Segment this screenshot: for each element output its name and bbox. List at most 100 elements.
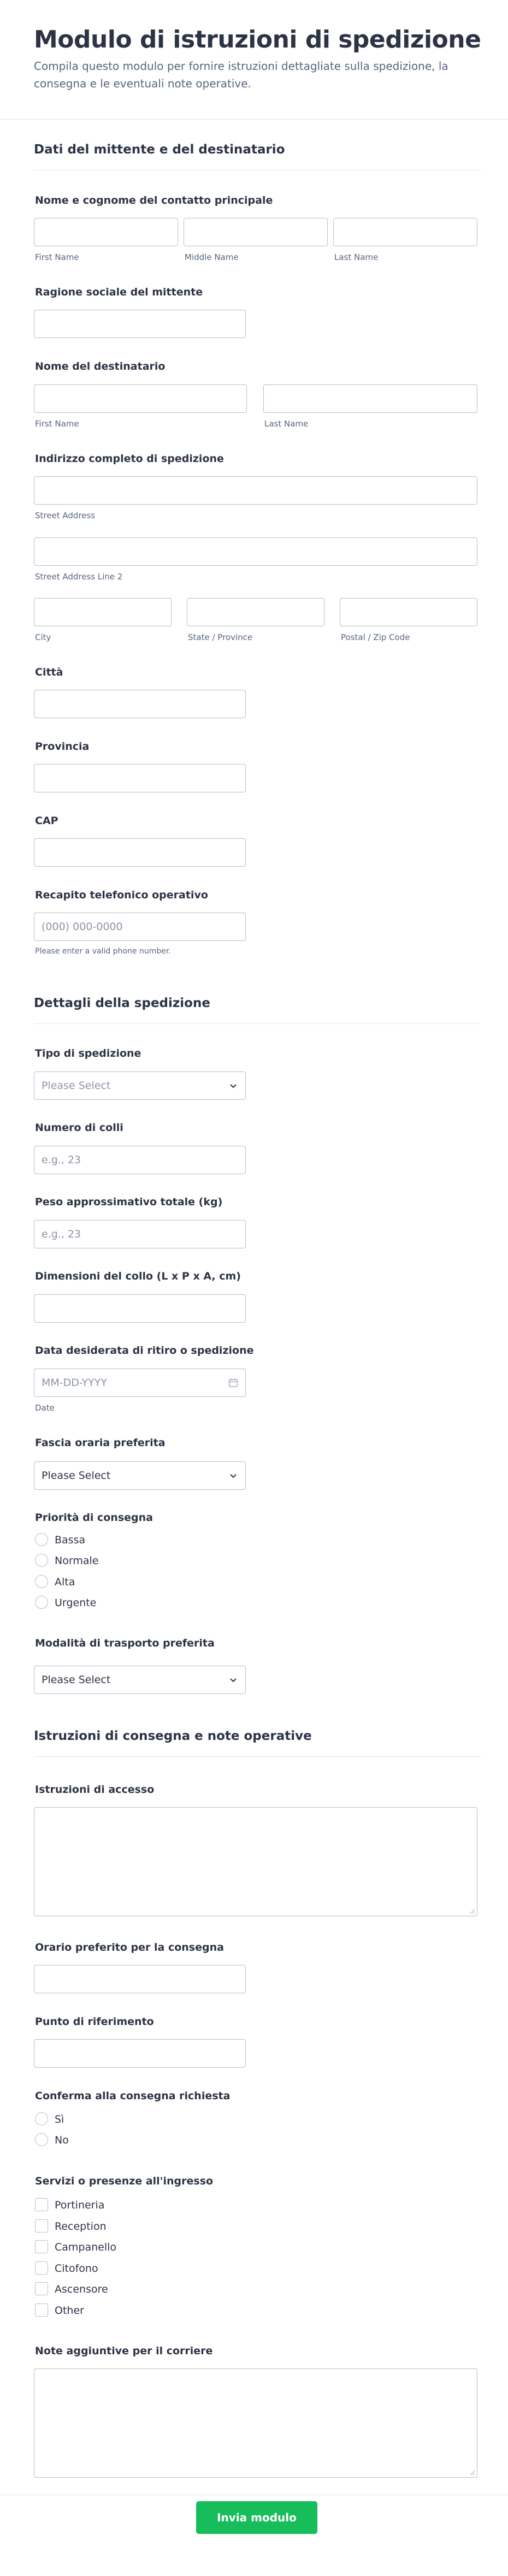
priority-option-label: Alta: [55, 1576, 75, 1588]
recipient-first-name-input[interactable]: [34, 384, 247, 413]
dimensions-label: Dimensioni del collo (L x P x A, cm): [35, 1270, 241, 1282]
phone-input[interactable]: (000) 000-0000: [34, 913, 246, 941]
priority-label: Priorità di consegna: [35, 1512, 153, 1524]
form-title: Modulo di istruzioni di spedizione: [34, 26, 481, 54]
packages-placeholder: e.g., 23: [42, 1154, 81, 1166]
packages-label: Numero di colli: [35, 1122, 123, 1134]
weight-input[interactable]: e.g., 23: [34, 1220, 246, 1248]
priority-radio-normale[interactable]: [35, 1554, 48, 1567]
transport-label: Modalità di trasporto preferita: [35, 1637, 215, 1649]
resize-grip-icon[interactable]: [469, 1908, 475, 1914]
submit-button[interactable]: Invia modulo: [196, 2501, 317, 2534]
sender-company-input[interactable]: [34, 310, 246, 338]
confirmation-option-label: No: [55, 2134, 69, 2146]
priority-radio-urgente[interactable]: [35, 1596, 48, 1609]
services-checkbox-other[interactable]: [35, 2303, 48, 2317]
services-option-label: Portineria: [55, 2199, 105, 2211]
services-option-label: Reception: [55, 2220, 107, 2232]
sender-company-label: Ragione sociale del mittente: [35, 286, 203, 298]
landmark-label: Punto di riferimento: [35, 2016, 154, 2028]
resize-grip-icon[interactable]: [469, 2469, 475, 2476]
cap-label: CAP: [35, 815, 58, 827]
priority-option-label: Normale: [55, 1555, 99, 1567]
services-checkbox-campanello[interactable]: [35, 2240, 48, 2253]
cap-input[interactable]: [34, 838, 246, 867]
street-address-input[interactable]: [34, 476, 477, 505]
street-address-line2-sublabel: Street Address Line 2: [35, 572, 123, 582]
shipment-type-placeholder: Please Select: [42, 1080, 111, 1092]
delivery-time-label: Orario preferito per la consegna: [35, 1941, 224, 1953]
phone-placeholder: (000) 000-0000: [42, 921, 123, 933]
services-checkbox-portineria[interactable]: [35, 2198, 48, 2211]
section-heading-delivery-instructions: Istruzioni di consegna e note operative: [34, 1729, 312, 1743]
packages-input[interactable]: e.g., 23: [34, 1146, 246, 1174]
landmark-input[interactable]: [34, 2039, 246, 2068]
time-slot-value: Please Select: [42, 1470, 111, 1482]
pickup-date-input[interactable]: MM-DD-YYYY: [34, 1369, 246, 1397]
state-address-input[interactable]: [187, 598, 324, 626]
header-divider: [0, 119, 508, 120]
middle-name-sublabel: Middle Name: [185, 252, 239, 262]
weight-placeholder: e.g., 23: [42, 1228, 81, 1240]
contact-last-name-input[interactable]: [333, 218, 477, 246]
city-label: Città: [35, 666, 63, 678]
services-checkbox-citofono[interactable]: [35, 2261, 48, 2275]
services-option-label: Other: [55, 2305, 84, 2317]
section-divider: [34, 1756, 481, 1757]
pickup-date-placeholder: MM-DD-YYYY: [42, 1377, 107, 1389]
contact-middle-name-input[interactable]: [184, 218, 328, 246]
chevron-down-icon: [230, 1678, 237, 1683]
recipient-last-name-input[interactable]: [263, 384, 477, 413]
confirmation-option-label: Sì: [55, 2113, 64, 2125]
contact-first-name-input[interactable]: [34, 218, 178, 246]
notes-label: Note aggiuntive per il corriere: [35, 2345, 213, 2357]
street-address-sublabel: Street Address: [35, 511, 96, 520]
pickup-date-sublabel: Date: [35, 1403, 55, 1413]
access-label: Istruzioni di accesso: [35, 1784, 155, 1796]
shipment-type-label: Tipo di spedizione: [35, 1047, 141, 1059]
dimensions-input[interactable]: [34, 1294, 246, 1323]
notes-textarea[interactable]: [34, 2368, 477, 2478]
phone-hint: Please enter a valid phone number.: [35, 947, 171, 956]
delivery-time-input[interactable]: [34, 1965, 246, 1993]
recipient-first-name-sublabel: First Name: [35, 419, 79, 429]
priority-option-label: Bassa: [55, 1534, 86, 1546]
services-checkbox-ascensore[interactable]: [35, 2282, 48, 2295]
access-textarea[interactable]: [34, 1807, 477, 1916]
confirmation-label: Conferma alla consegna richiesta: [35, 2090, 231, 2102]
state-sublabel: State / Province: [188, 632, 253, 642]
street-address-line2-input[interactable]: [34, 537, 477, 566]
chevron-down-icon: [230, 1474, 237, 1478]
priority-option-label: Urgente: [55, 1597, 97, 1609]
priority-radio-alta[interactable]: [35, 1575, 48, 1588]
city-input[interactable]: [34, 690, 246, 718]
priority-radio-bassa[interactable]: [35, 1533, 48, 1546]
services-option-label: Citofono: [55, 2263, 98, 2275]
phone-label: Recapito telefonico operativo: [35, 889, 208, 901]
recipient-name-label: Nome del destinatario: [35, 360, 166, 372]
first-name-sublabel: First Name: [35, 252, 79, 262]
services-option-label: Campanello: [55, 2241, 117, 2253]
province-input[interactable]: [34, 764, 246, 792]
address-label: Indirizzo completo di spedizione: [35, 453, 224, 465]
contact-name-label: Nome e cognome del contatto principale: [35, 194, 273, 206]
time-slot-select[interactable]: Please Select: [34, 1461, 246, 1490]
last-name-sublabel: Last Name: [334, 252, 379, 262]
services-label: Servizi o presenze all'ingresso: [35, 2175, 214, 2187]
confirmation-radio-no[interactable]: [35, 2133, 48, 2146]
postal-address-input[interactable]: [340, 598, 477, 626]
calendar-icon[interactable]: [228, 1377, 239, 1388]
transport-value: Please Select: [42, 1674, 111, 1686]
shipment-type-select[interactable]: Please Select: [34, 1071, 246, 1100]
confirmation-radio-si[interactable]: [35, 2112, 48, 2125]
province-label: Provincia: [35, 741, 90, 753]
city-sublabel: City: [35, 632, 51, 642]
pickup-date-label: Data desiderata di ritiro o spedizione: [35, 1345, 254, 1357]
chevron-down-icon: [230, 1084, 237, 1088]
weight-label: Peso approssimativo totale (kg): [35, 1196, 223, 1208]
city-address-input[interactable]: [34, 598, 172, 626]
services-option-label: Ascensore: [55, 2283, 108, 2295]
transport-select[interactable]: Please Select: [34, 1666, 246, 1694]
services-checkbox-reception[interactable]: [35, 2219, 48, 2232]
recipient-last-name-sublabel: Last Name: [264, 419, 309, 429]
